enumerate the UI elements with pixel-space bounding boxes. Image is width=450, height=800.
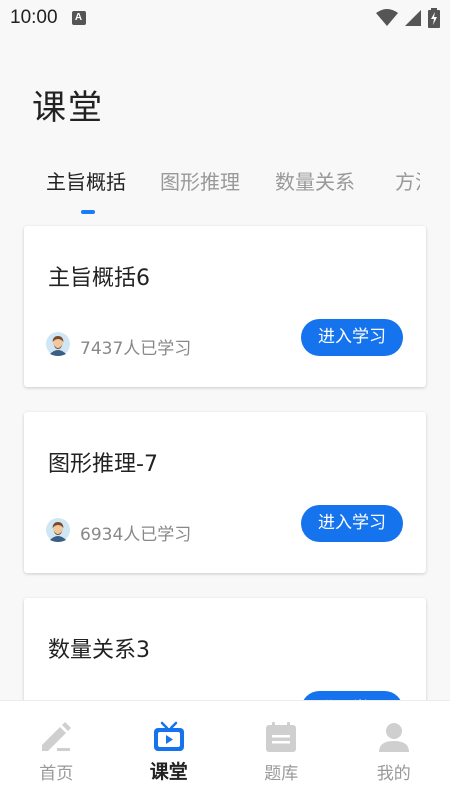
enter-study-button[interactable]: 进入学习 xyxy=(301,505,403,542)
course-title: 主旨概括6 xyxy=(48,266,150,291)
calendar-list-icon xyxy=(266,722,297,752)
nav-mine[interactable]: 我的 xyxy=(338,701,450,800)
learner-count: 6934人已学习 xyxy=(80,525,192,545)
nav-question-bank[interactable]: 题库 xyxy=(225,701,338,800)
tv-play-icon xyxy=(153,721,184,751)
bottom-nav: 首页 课堂 题库 我的 xyxy=(0,700,450,800)
active-tab-indicator xyxy=(81,210,95,214)
nav-question-bank-label: 题库 xyxy=(264,764,299,784)
pencil-icon xyxy=(42,722,72,751)
user-icon xyxy=(378,723,409,752)
status-indicators xyxy=(376,8,440,28)
learner-count: 7437人已学习 xyxy=(80,339,192,359)
nav-classroom[interactable]: 课堂 xyxy=(113,701,226,800)
tab-main-idea[interactable]: 主旨概括 xyxy=(46,166,126,195)
page-title: 课堂 xyxy=(32,88,104,128)
cellular-signal-icon xyxy=(405,10,421,26)
battery-charging-icon xyxy=(428,8,440,28)
wifi-icon xyxy=(376,9,398,26)
status-time: 10:00 xyxy=(10,7,58,28)
course-card[interactable]: 图形推理-7 6934人已学习 进入学习 xyxy=(24,412,426,573)
status-bar: 10:00 A xyxy=(0,0,450,36)
nav-home-label: 首页 xyxy=(39,764,74,784)
tab-figure-reasoning[interactable]: 图形推理 xyxy=(160,166,240,195)
course-card[interactable]: 主旨概括6 7437人已学习 进入学习 xyxy=(24,226,426,387)
enter-study-button[interactable]: 进入学习 xyxy=(301,319,403,356)
nav-home[interactable]: 首页 xyxy=(0,701,113,800)
tab-quantity-relation[interactable]: 数量关系 xyxy=(275,166,355,195)
notification-icon: A xyxy=(71,11,86,25)
category-tabs: 主旨概括 图形推理 数量关系 方法 xyxy=(24,160,420,220)
avatar-icon xyxy=(46,518,70,542)
nav-classroom-label: 课堂 xyxy=(149,761,188,783)
course-title: 图形推理-7 xyxy=(48,452,158,477)
avatar-icon xyxy=(46,332,70,356)
course-title: 数量关系3 xyxy=(48,638,150,663)
tab-method[interactable]: 方法 xyxy=(395,166,420,195)
nav-mine-label: 我的 xyxy=(376,764,411,784)
